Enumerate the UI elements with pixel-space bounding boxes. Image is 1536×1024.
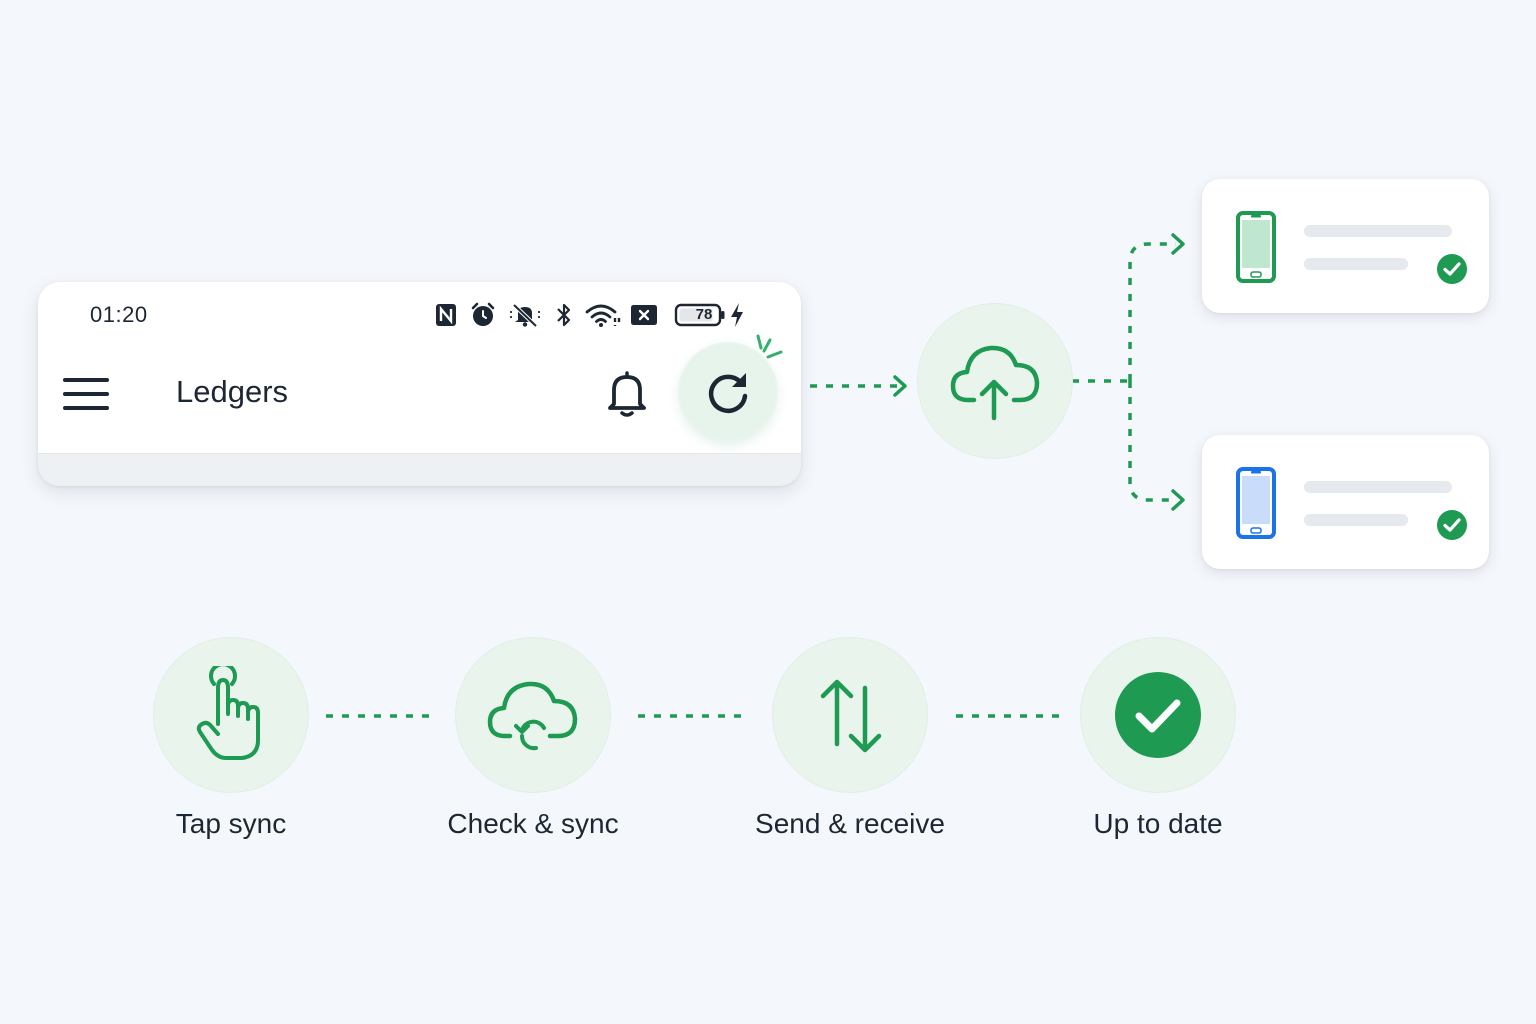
wifi-icon: [585, 304, 621, 327]
sync-icon: [708, 373, 748, 414]
menu-icon: [63, 378, 109, 410]
device-card-blue: [1202, 435, 1489, 569]
step-send-receive: [773, 638, 927, 792]
menu-button[interactable]: [62, 374, 110, 414]
placeholder-line: [1304, 514, 1408, 526]
step-label: Send & receive: [755, 808, 945, 839]
placeholder-line: [1304, 258, 1408, 270]
tap-hand-icon: [196, 666, 260, 760]
step-label: Tap sync: [175, 808, 287, 839]
step-label: Check & sync: [447, 808, 619, 839]
alarm-icon: [471, 302, 495, 326]
bluetooth-icon: [557, 303, 571, 327]
step-up-to-date: [1081, 638, 1235, 792]
placeholder-line: [1304, 225, 1452, 237]
cloud-upload-icon: [950, 345, 1040, 421]
device-card-green: [1202, 179, 1489, 313]
arrowhead-device-bottom: [1171, 489, 1185, 511]
tap-sparkle-icon: [756, 334, 783, 359]
charging-icon: [731, 303, 743, 327]
notifications-button[interactable]: [604, 368, 650, 418]
step-label: Up to date: [1093, 808, 1223, 839]
arrowhead-device-top: [1171, 233, 1185, 255]
step-tap-sync: [154, 638, 308, 792]
bell-off-icon: [510, 303, 540, 328]
step-check-sync: [456, 638, 610, 792]
cloud-sync-icon: [487, 681, 578, 751]
app-title: Ledgers: [176, 374, 289, 409]
app-bar-divider: [38, 453, 801, 486]
check-circle-icon: [1115, 672, 1201, 758]
cloud-hub: [918, 304, 1072, 458]
check-circle-icon: [1437, 254, 1467, 284]
status-time: 01:20: [90, 302, 148, 327]
no-sim-icon: [631, 305, 657, 325]
phone-icon: [1236, 211, 1276, 283]
nfc-icon: [436, 304, 456, 326]
phone-icon: [1236, 467, 1276, 539]
connector-branch-bottom: [1128, 381, 1176, 502]
arrows-up-down-icon: [820, 679, 882, 753]
bell-icon: [608, 371, 646, 417]
connector-branch-top: [1128, 242, 1176, 381]
placeholder-line: [1304, 481, 1452, 493]
app-bar-card: 01:20 78 Ledgers: [38, 282, 801, 486]
arrowhead-hub: [893, 375, 907, 397]
check-circle-icon: [1437, 510, 1467, 540]
battery-level: 78: [695, 306, 713, 323]
